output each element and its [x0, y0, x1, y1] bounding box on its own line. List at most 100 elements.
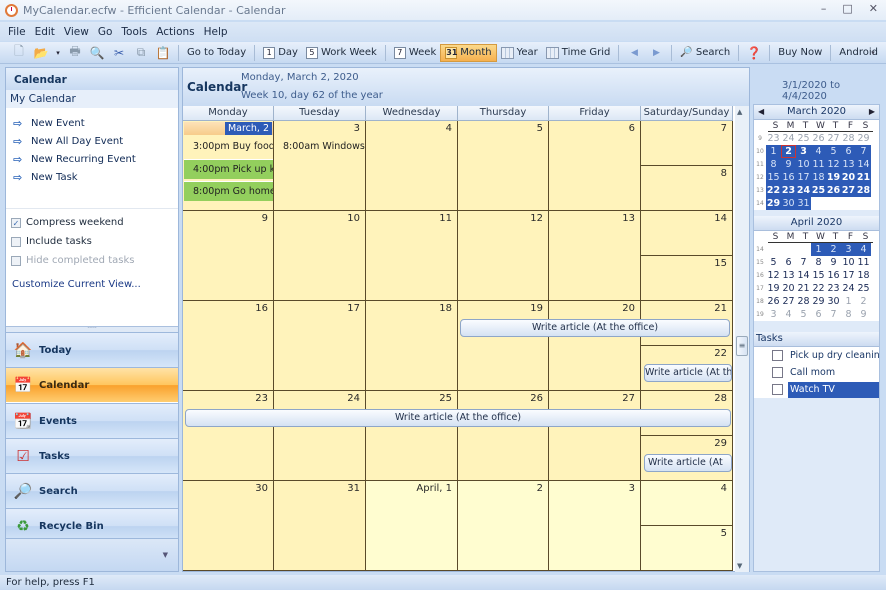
mini-day[interactable]: 2: [781, 145, 796, 158]
day-cell[interactable]: 20: [549, 301, 641, 391]
year-view-button[interactable]: Year: [497, 44, 542, 62]
mini-day[interactable]: 15: [766, 171, 781, 184]
day-cell[interactable]: 25: [366, 391, 458, 481]
event-item[interactable]: 8:00am WindowsR: [274, 137, 365, 157]
day-cell[interactable]: 13: [549, 211, 641, 301]
mini-day[interactable]: 4: [856, 243, 871, 256]
day-cell[interactable]: 10: [274, 211, 366, 301]
mini-day[interactable]: 7: [826, 308, 841, 321]
cut-icon[interactable]: ✂: [111, 45, 127, 61]
mini-day[interactable]: 8: [841, 308, 856, 321]
nav-today[interactable]: 🏠 Today: [6, 332, 178, 367]
task-checkbox[interactable]: [772, 367, 783, 378]
mini-day[interactable]: 28: [841, 132, 856, 145]
mini-day[interactable]: 25: [811, 184, 826, 197]
mini-day[interactable]: 30: [781, 197, 796, 210]
search-button[interactable]: 🔎 Search: [676, 44, 734, 62]
mini-day[interactable]: 17: [796, 171, 811, 184]
mini-day[interactable]: 13: [841, 158, 856, 171]
previous-arrow-icon[interactable]: ◀: [626, 45, 642, 61]
new-task-link[interactable]: ⇨ New Task: [13, 168, 171, 186]
mini-day[interactable]: 7: [796, 256, 811, 269]
mini-day[interactable]: 25: [796, 132, 811, 145]
mini-day[interactable]: 7: [856, 145, 871, 158]
day-cell[interactable]: 19: [458, 301, 549, 391]
event-bar[interactable]: Write article (At: [644, 454, 732, 472]
task-item[interactable]: Call mom: [754, 364, 879, 381]
nav-events[interactable]: 📆 Events: [6, 403, 178, 438]
task-item[interactable]: Pick up dry cleaning: [754, 347, 879, 364]
day-cell[interactable]: 31: [274, 481, 366, 571]
mini-day[interactable]: 2: [826, 243, 841, 256]
mini-day[interactable]: 28: [856, 184, 871, 197]
day-cell[interactable]: 11: [366, 211, 458, 301]
mini-day[interactable]: 24: [841, 282, 856, 295]
event-bar[interactable]: Write article (At the: [644, 364, 732, 382]
mini-day[interactable]: 20: [841, 171, 856, 184]
day-cell[interactable]: 23: [183, 391, 274, 481]
weekend-cell[interactable]: 4: [641, 481, 733, 526]
menu-actions[interactable]: Actions: [156, 26, 194, 38]
event-item[interactable]: 3:00pm Buy food (: [184, 137, 273, 157]
mini-day[interactable]: 26: [826, 184, 841, 197]
toolbar-overflow-icon[interactable]: ▾: [865, 45, 881, 61]
mini-day[interactable]: 23: [766, 132, 781, 145]
mini-day[interactable]: 10: [796, 158, 811, 171]
mini-day[interactable]: 8: [811, 256, 826, 269]
menu-file[interactable]: File: [8, 26, 26, 38]
dropdown-arrow-icon[interactable]: ▾: [55, 45, 61, 61]
prev-month-icon[interactable]: ◀: [758, 105, 764, 119]
compress-weekend-checkbox[interactable]: ✓ Compress weekend: [6, 213, 178, 232]
mini-day[interactable]: 11: [856, 256, 871, 269]
mini-day[interactable]: 22: [766, 184, 781, 197]
mini-day[interactable]: 6: [811, 308, 826, 321]
work-week-view-button[interactable]: 5 Work Week: [302, 44, 381, 62]
mini-day[interactable]: 12: [826, 158, 841, 171]
close-button[interactable]: ✕: [869, 2, 878, 15]
mini-day[interactable]: 24: [781, 132, 796, 145]
minimize-button[interactable]: –: [821, 2, 827, 15]
mini-day[interactable]: [796, 243, 811, 256]
event-item[interactable]: 4:00pm Pick up kid: [184, 159, 273, 179]
day-cell[interactable]: 12: [458, 211, 549, 301]
mini-day[interactable]: 25: [856, 282, 871, 295]
day-cell[interactable]: 3: [274, 121, 366, 211]
mini-day[interactable]: 26: [811, 132, 826, 145]
day-cell[interactable]: 26: [458, 391, 549, 481]
mini-day[interactable]: 16: [826, 269, 841, 282]
copy-icon[interactable]: ⧉: [133, 45, 149, 61]
day-cell[interactable]: 5: [458, 121, 549, 211]
mini-day[interactable]: 4: [781, 308, 796, 321]
mini-day[interactable]: 2: [856, 295, 871, 308]
day-cell[interactable]: 6: [549, 121, 641, 211]
mini-day[interactable]: 5: [796, 308, 811, 321]
mini-day[interactable]: 24: [796, 184, 811, 197]
include-tasks-checkbox[interactable]: Include tasks: [6, 232, 178, 251]
mini-day[interactable]: 19: [826, 171, 841, 184]
week-view-button[interactable]: 7 Week: [390, 44, 440, 62]
print-icon[interactable]: 🖶: [67, 44, 83, 61]
mini-day[interactable]: [766, 243, 781, 256]
mini-day[interactable]: 10: [841, 256, 856, 269]
mini-day[interactable]: 26: [766, 295, 781, 308]
new-file-icon[interactable]: 🗋: [11, 44, 27, 61]
menu-view[interactable]: View: [64, 26, 89, 38]
mini-day[interactable]: 21: [856, 171, 871, 184]
mini-day[interactable]: 9: [781, 158, 796, 171]
nav-search[interactable]: 🔎 Search: [6, 473, 178, 508]
mini-day[interactable]: 17: [841, 269, 856, 282]
mini-day[interactable]: 13: [781, 269, 796, 282]
buy-now-button[interactable]: Buy Now: [774, 44, 826, 62]
mini-day[interactable]: 11: [811, 158, 826, 171]
mini-day[interactable]: 12: [766, 269, 781, 282]
weekend-cell[interactable]: 15: [641, 256, 733, 301]
day-cell[interactable]: 3: [549, 481, 641, 571]
mini-day[interactable]: 1: [841, 295, 856, 308]
mini-day[interactable]: 31: [796, 197, 811, 210]
new-recurring-event-link[interactable]: ⇨ New Recurring Event: [13, 150, 171, 168]
mini-day[interactable]: 1: [766, 145, 781, 158]
new-all-day-event-link[interactable]: ⇨ New All Day Event: [13, 132, 171, 150]
menu-go[interactable]: Go: [98, 26, 113, 38]
event-item[interactable]: 8:00pm Go home: [184, 181, 273, 201]
menu-edit[interactable]: Edit: [35, 26, 55, 38]
